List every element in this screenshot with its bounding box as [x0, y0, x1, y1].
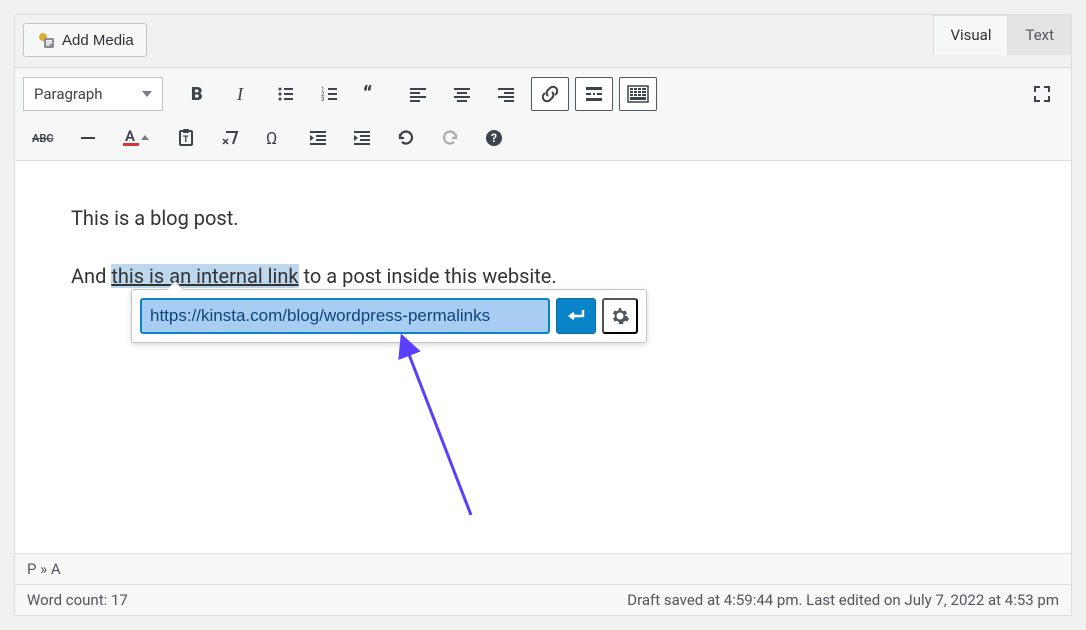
insert-link-button[interactable] — [531, 77, 569, 111]
svg-text:A: A — [125, 127, 135, 145]
format-select-label: Paragraph — [34, 85, 103, 103]
editor-toolbar: Paragraph B I 123 “ — [15, 67, 1071, 161]
toolbar-row-1: Paragraph B I 123 “ — [23, 74, 1063, 114]
apply-link-button[interactable] — [556, 298, 596, 334]
align-center-button[interactable] — [443, 77, 481, 111]
svg-text:I: I — [236, 84, 244, 104]
toolbar-row-2: ABC A T Ω — [23, 118, 1063, 158]
text-before-link: And — [71, 264, 111, 288]
align-right-button[interactable] — [487, 77, 525, 111]
bullet-list-button[interactable] — [267, 77, 305, 111]
svg-text:B: B — [191, 84, 203, 104]
word-count: Word count: 17 — [27, 591, 128, 609]
editor-content[interactable]: This is a blog post. And this is an inte… — [15, 161, 1071, 553]
classic-editor: Add Media Visual Text Paragraph B I 123 — [14, 14, 1072, 616]
outdent-button[interactable] — [299, 121, 337, 155]
enter-icon — [566, 307, 586, 325]
element-path[interactable]: P » A — [15, 553, 1071, 584]
editor-top-row: Add Media Visual Text — [15, 15, 1071, 67]
svg-text:Ω: Ω — [266, 129, 277, 148]
insert-more-button[interactable] — [575, 77, 613, 111]
strikethrough-button[interactable]: ABC — [25, 121, 63, 155]
format-select[interactable]: Paragraph — [23, 77, 163, 111]
svg-text:“: “ — [363, 84, 372, 104]
gear-icon — [610, 306, 630, 326]
selected-link-text[interactable]: this is an internal link — [111, 264, 298, 288]
add-media-button[interactable]: Add Media — [23, 23, 147, 57]
blockquote-button[interactable]: “ — [355, 77, 393, 111]
bold-button[interactable]: B — [179, 77, 217, 111]
horizontal-rule-button[interactable] — [69, 121, 107, 155]
editor-tabs: Visual Text — [933, 15, 1071, 55]
chevron-down-icon — [142, 91, 152, 97]
svg-text:T: T — [183, 135, 189, 145]
text-after-link: to a post inside this website. — [299, 264, 557, 288]
svg-text:ABC: ABC — [32, 132, 54, 145]
paste-text-button[interactable]: T — [167, 121, 205, 155]
svg-text:?: ? — [491, 131, 497, 145]
indent-button[interactable] — [343, 121, 381, 155]
svg-text:3: 3 — [321, 96, 324, 103]
link-url-popover — [131, 289, 647, 343]
tab-visual[interactable]: Visual — [933, 15, 1008, 55]
tab-text[interactable]: Text — [1008, 15, 1071, 55]
fullscreen-button[interactable] — [1023, 77, 1061, 111]
media-icon — [36, 30, 56, 50]
redo-button[interactable] — [431, 121, 469, 155]
special-character-button[interactable]: Ω — [255, 121, 293, 155]
clear-formatting-button[interactable] — [211, 121, 249, 155]
help-button[interactable]: ? — [475, 121, 513, 155]
align-left-button[interactable] — [399, 77, 437, 111]
add-media-label: Add Media — [62, 32, 134, 49]
content-line-2: And this is an internal link to a post i… — [71, 261, 1015, 291]
draft-status: Draft saved at 4:59:44 pm. Last edited o… — [627, 591, 1059, 609]
content-line-1: This is a blog post. — [71, 203, 1015, 233]
italic-button[interactable]: I — [223, 77, 261, 111]
numbered-list-button[interactable]: 123 — [311, 77, 349, 111]
undo-button[interactable] — [387, 121, 425, 155]
text-color-button[interactable]: A — [113, 121, 161, 155]
annotation-arrow — [385, 331, 495, 531]
link-settings-button[interactable] — [602, 298, 638, 334]
status-bar: Word count: 17 Draft saved at 4:59:44 pm… — [15, 584, 1071, 615]
toolbar-toggle-button[interactable] — [619, 77, 657, 111]
link-url-input[interactable] — [140, 298, 550, 334]
